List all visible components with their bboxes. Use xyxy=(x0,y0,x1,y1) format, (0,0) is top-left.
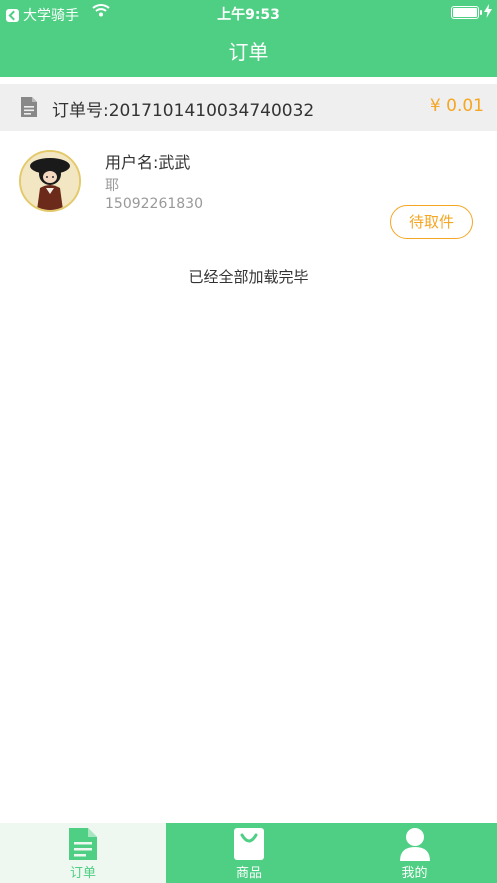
document-icon xyxy=(69,828,97,860)
tab-orders[interactable]: 订单 xyxy=(0,823,166,883)
avatar xyxy=(19,150,81,212)
tab-mine[interactable]: 我的 xyxy=(332,823,497,883)
list-end-message: 已经全部加载完毕 xyxy=(188,268,309,286)
tab-bar: 订单 商品 我的 xyxy=(0,823,497,883)
order-price: ¥ 0.01 xyxy=(429,96,484,116)
order-header-row[interactable]: 订单号:2017101410034740032 ¥ 0.01 xyxy=(0,84,497,131)
tab-products-label: 商品 xyxy=(235,866,262,881)
shopping-bag-icon xyxy=(234,828,264,860)
status-time: 上午9:53 xyxy=(217,7,280,23)
status-bar: 大学骑手 上午9:53 xyxy=(0,0,497,24)
user-note: 耶 xyxy=(105,178,119,194)
page-title: 订单 xyxy=(228,40,269,64)
document-icon xyxy=(21,97,37,117)
pending-pickup-button[interactable]: 待取件 xyxy=(390,205,473,239)
person-icon xyxy=(399,828,430,861)
nav-header: 大学骑手 上午9:53 订单 xyxy=(0,0,497,77)
tab-orders-label: 订单 xyxy=(69,866,96,881)
user-phone: 15092261830 xyxy=(105,196,203,212)
charging-icon xyxy=(484,4,492,18)
tab-mine-label: 我的 xyxy=(401,866,428,881)
avatar-image xyxy=(21,152,79,210)
battery-icon xyxy=(451,6,482,19)
order-number: 订单号:2017101410034740032 xyxy=(52,101,315,121)
user-name: 用户名:武武 xyxy=(105,153,191,172)
tab-products[interactable]: 商品 xyxy=(166,823,332,883)
screen: 大学骑手 上午9:53 订单 订单号:2017101410034740032 ¥… xyxy=(0,0,497,883)
